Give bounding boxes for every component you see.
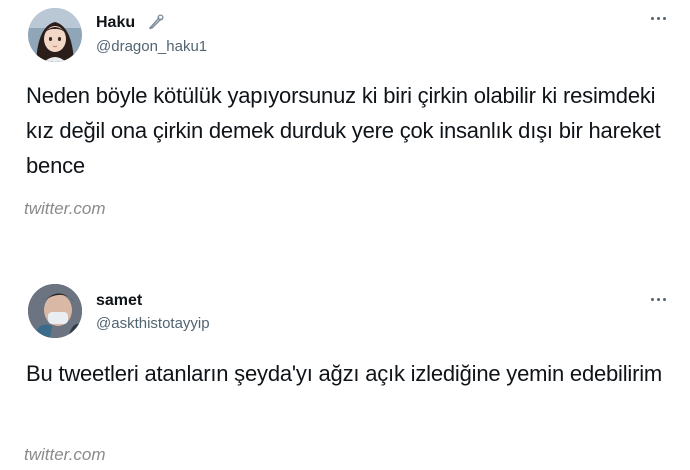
tweet-card: samet @askthistotayyip Bu tweetleri atan… bbox=[0, 270, 690, 470]
more-options-icon[interactable] bbox=[648, 14, 668, 22]
display-name[interactable]: samet bbox=[96, 292, 142, 310]
tweet-card: Haku @dragon_haku1 Neden böyle kötülük y… bbox=[0, 0, 690, 235]
display-name[interactable]: Haku bbox=[96, 14, 135, 32]
user-handle[interactable]: @askthistotayyip bbox=[96, 315, 210, 332]
avatar-anime-girl-image bbox=[28, 8, 82, 62]
tweet-text: Bu tweetleri atanların şeyda'yı ağzı açı… bbox=[26, 361, 663, 386]
avatar[interactable] bbox=[28, 284, 82, 338]
watermark: twitter.com bbox=[24, 199, 106, 218]
watermark: twitter.com bbox=[24, 445, 106, 464]
tweet-text: Neden böyle kötülük yapıyorsunuz ki biri… bbox=[26, 83, 661, 178]
safety-pin-icon bbox=[147, 13, 165, 31]
user-handle[interactable]: @dragon_haku1 bbox=[96, 38, 207, 55]
avatar-photo-image bbox=[28, 284, 82, 338]
more-options-icon[interactable] bbox=[648, 295, 668, 303]
avatar[interactable] bbox=[28, 8, 82, 62]
